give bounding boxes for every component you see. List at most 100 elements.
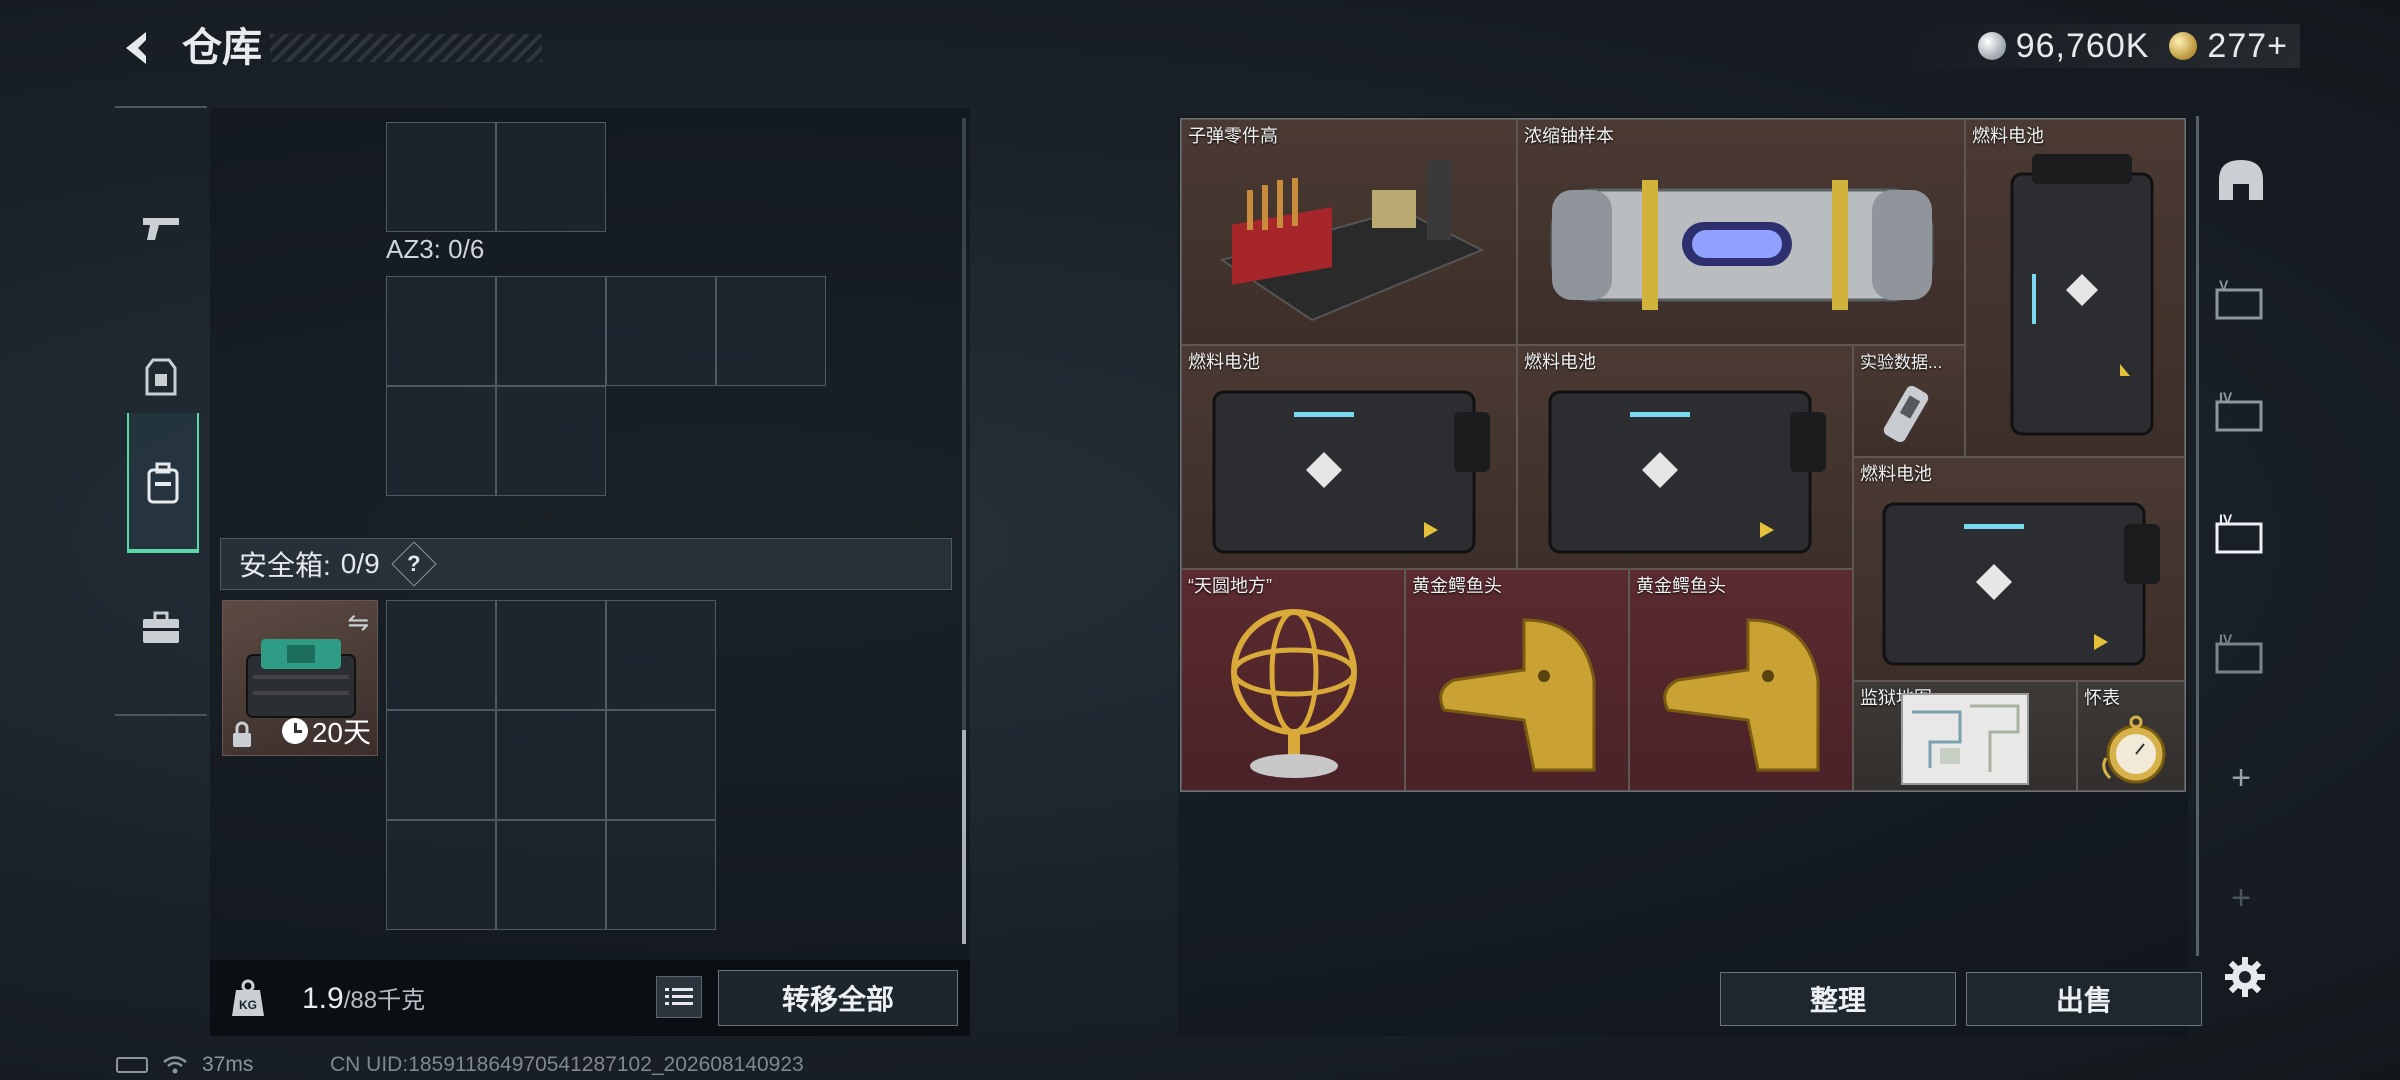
lock-icon bbox=[233, 721, 251, 747]
grid-slot[interactable] bbox=[606, 820, 716, 930]
item-label: 浓缩铀样本 bbox=[1524, 126, 1614, 146]
safebox-case-icon bbox=[246, 639, 356, 718]
add-container-icon[interactable]: + bbox=[2215, 752, 2267, 804]
nav-toolbox[interactable] bbox=[127, 558, 195, 698]
safebox-item[interactable]: ⇋ 20天 bbox=[222, 600, 378, 756]
item-pocket-watch[interactable]: 怀表 bbox=[2077, 681, 2185, 791]
category-nav bbox=[115, 106, 207, 716]
sort-button[interactable]: 整理 bbox=[1720, 972, 1956, 1026]
clock-icon bbox=[281, 718, 308, 744]
ping-value: 37ms bbox=[202, 1053, 254, 1076]
ammo-tray-icon bbox=[1219, 160, 1485, 322]
help-symbol: ? bbox=[406, 550, 421, 576]
transfer-all-button[interactable]: 转移全部 bbox=[718, 970, 958, 1026]
weight-icon: KG bbox=[232, 979, 264, 1016]
item-golden-crocodile-head[interactable]: 黄金鳄鱼头 bbox=[1629, 569, 1853, 791]
grid-slot[interactable] bbox=[496, 122, 606, 232]
nav-container-tab-5[interactable]: IV bbox=[2215, 628, 2267, 680]
swap-icon[interactable]: ⇋ bbox=[347, 607, 369, 638]
golden-crocodile-head-icon bbox=[1663, 618, 1820, 772]
grid-slot[interactable] bbox=[386, 386, 496, 496]
grid-slot[interactable] bbox=[496, 276, 606, 386]
item-label: 怀表 bbox=[2084, 688, 2120, 708]
item-fuel-cell[interactable]: 燃料电池 bbox=[1965, 119, 2185, 457]
nav-container-tab-3[interactable]: IV bbox=[2215, 386, 2267, 438]
nav-backpack[interactable] bbox=[127, 413, 199, 553]
grid-slot[interactable] bbox=[496, 820, 606, 930]
add-container-icon-disabled: + bbox=[2231, 878, 2251, 917]
grid-slot[interactable] bbox=[386, 710, 496, 820]
silver-currency-value: 96,760K bbox=[2015, 26, 2150, 65]
item-label: 燃料电池 bbox=[1188, 352, 1260, 372]
container-nav: V IV IV IV + + bbox=[2196, 116, 2269, 956]
help-icon[interactable]: ? bbox=[391, 541, 437, 587]
grid-slot[interactable] bbox=[606, 710, 716, 820]
storage-dome-icon bbox=[2219, 160, 2263, 200]
item-label: 黄金鳄鱼头 bbox=[1412, 576, 1502, 596]
grid-slot[interactable] bbox=[606, 600, 716, 710]
weight-value: 1.9 bbox=[302, 982, 344, 1015]
item-experiment-data[interactable]: 实验数据... bbox=[1853, 345, 1965, 457]
item-prison-map[interactable]: 监狱地图 bbox=[1853, 681, 2077, 791]
fuel-cell-icon bbox=[1212, 390, 1490, 554]
item-fuel-cell[interactable]: 燃料电池 bbox=[1517, 345, 1853, 569]
gold-currency-value[interactable]: 277+ bbox=[2207, 27, 2288, 66]
grid-slot[interactable] bbox=[386, 122, 496, 232]
case-iv-active-icon: IV bbox=[2215, 512, 2263, 554]
currency-display: 96,760K 277+ bbox=[1880, 24, 2300, 68]
grid-slot[interactable] bbox=[386, 600, 496, 710]
item-bullet-parts[interactable]: 子弹零件高 bbox=[1181, 119, 1517, 345]
item-label: 黄金鳄鱼头 bbox=[1636, 576, 1726, 596]
grid-slot[interactable] bbox=[496, 600, 606, 710]
uranium-canister-icon bbox=[1550, 180, 1934, 310]
grid-empty bbox=[606, 386, 716, 496]
grid-slot[interactable] bbox=[386, 820, 496, 930]
safebox-label: 安全箱: bbox=[239, 550, 331, 581]
pocket-grid bbox=[386, 122, 606, 232]
gold-coin-icon bbox=[2169, 32, 2198, 60]
settings-button[interactable] bbox=[2220, 952, 2270, 1002]
battery-icon bbox=[116, 1057, 148, 1073]
item-fuel-cell[interactable]: 燃料电池 bbox=[1853, 457, 2185, 681]
gear-icon bbox=[2225, 957, 2265, 997]
title-decoration bbox=[270, 34, 542, 62]
svg-text:KG: KG bbox=[239, 998, 257, 1012]
map-icon bbox=[1901, 693, 2029, 785]
user-uid: CN UID:185911864970541287102_20260814092… bbox=[330, 1053, 804, 1076]
inventory-scroll-thumb[interactable] bbox=[962, 730, 966, 944]
svg-text:IV: IV bbox=[2219, 632, 2233, 647]
item-label: 燃料电池 bbox=[1524, 352, 1596, 372]
svg-text:IV: IV bbox=[2219, 390, 2233, 405]
item-fuel-cell[interactable]: 燃料电池 bbox=[1181, 345, 1517, 569]
backpack-icon bbox=[147, 462, 179, 504]
item-armillary-sphere[interactable]: “天圆地方” bbox=[1181, 569, 1405, 791]
grid-slot[interactable] bbox=[386, 276, 496, 386]
silver-coin-icon bbox=[1977, 32, 2006, 60]
grid-slot[interactable] bbox=[716, 276, 826, 386]
svg-text:IV: IV bbox=[2219, 512, 2233, 527]
list-view-button[interactable] bbox=[656, 976, 702, 1018]
nav-container-tab-1[interactable] bbox=[2215, 154, 2267, 206]
nav-weapons[interactable] bbox=[127, 158, 195, 298]
nav-container-tab-2[interactable]: V bbox=[2215, 274, 2267, 326]
item-label: 燃料电池 bbox=[1860, 464, 1932, 484]
sell-button[interactable]: 出售 bbox=[1966, 972, 2202, 1026]
case-iv-box-icon: IV bbox=[2215, 632, 2263, 674]
svg-text:V: V bbox=[2219, 278, 2229, 293]
grid-slot[interactable] bbox=[606, 276, 716, 386]
item-golden-crocodile-head[interactable]: 黄金鳄鱼头 bbox=[1405, 569, 1629, 791]
fuel-cell-icon bbox=[2010, 154, 2154, 436]
az3-grid bbox=[386, 276, 826, 496]
item-label: 实验数据... bbox=[1860, 353, 1943, 372]
grid-slot[interactable] bbox=[496, 710, 606, 820]
item-label: 子弹零件高 bbox=[1188, 126, 1278, 146]
golden-crocodile-head-icon bbox=[1439, 618, 1596, 772]
safebox-count: 0/9 bbox=[340, 548, 380, 579]
item-uranium-sample[interactable]: 浓缩铀样本 bbox=[1517, 119, 1965, 345]
fuel-cell-icon bbox=[1882, 502, 2160, 666]
nav-container-tab-4-active[interactable]: IV bbox=[2215, 508, 2267, 560]
vest-icon bbox=[145, 358, 177, 396]
grid-slot[interactable] bbox=[496, 386, 606, 496]
back-button[interactable] bbox=[112, 22, 164, 74]
usb-drive-icon bbox=[1883, 385, 1929, 443]
